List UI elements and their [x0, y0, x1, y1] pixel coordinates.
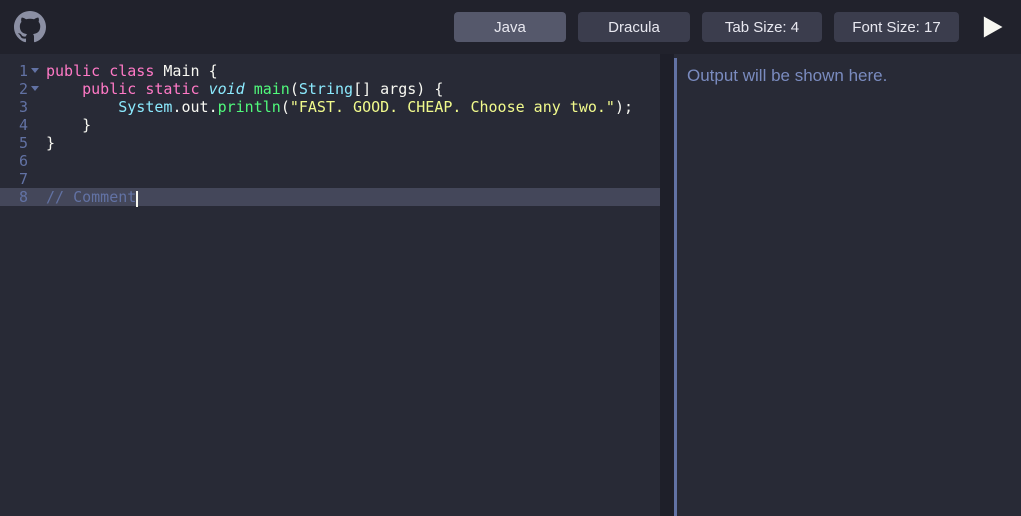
header-toolbar: Java Dracula Tab Size: 4 Font Size: 17 — [0, 0, 1021, 54]
code-line[interactable]: public static void main(String[] args) { — [46, 80, 660, 98]
code-line[interactable]: public class Main { — [46, 62, 660, 80]
line-number: 8 — [0, 188, 42, 206]
code-line[interactable]: } — [46, 116, 660, 134]
code-line[interactable]: } — [46, 134, 660, 152]
code-line[interactable]: // Comment — [46, 188, 660, 206]
output-pane: Output will be shown here. — [674, 58, 1021, 516]
output-placeholder: Output will be shown here. — [687, 66, 1011, 86]
line-number: 6 — [0, 152, 42, 170]
pane-divider[interactable] — [660, 54, 674, 516]
code-line[interactable] — [46, 170, 660, 188]
line-number: 1 — [0, 62, 42, 80]
main-area: 12345678 public class Main { public stat… — [0, 54, 1021, 516]
run-button[interactable] — [977, 13, 1007, 41]
line-number: 2 — [0, 80, 42, 98]
line-number: 3 — [0, 98, 42, 116]
code-line[interactable]: System.out.println("FAST. GOOD. CHEAP. C… — [46, 98, 660, 116]
app-logo[interactable] — [14, 11, 46, 43]
play-icon — [978, 13, 1006, 41]
line-number: 4 — [0, 116, 42, 134]
editor-pane[interactable]: 12345678 public class Main { public stat… — [0, 54, 660, 516]
line-number: 7 — [0, 170, 42, 188]
language-select[interactable]: Java — [454, 12, 566, 42]
text-cursor — [136, 191, 138, 207]
tab-size-select[interactable]: Tab Size: 4 — [702, 12, 822, 42]
font-size-select[interactable]: Font Size: 17 — [834, 12, 959, 42]
line-number-gutter: 12345678 — [0, 54, 42, 516]
code-line[interactable] — [46, 152, 660, 170]
line-number: 5 — [0, 134, 42, 152]
code-area[interactable]: public class Main { public static void m… — [42, 54, 660, 516]
theme-select[interactable]: Dracula — [578, 12, 690, 42]
github-icon — [14, 11, 46, 43]
